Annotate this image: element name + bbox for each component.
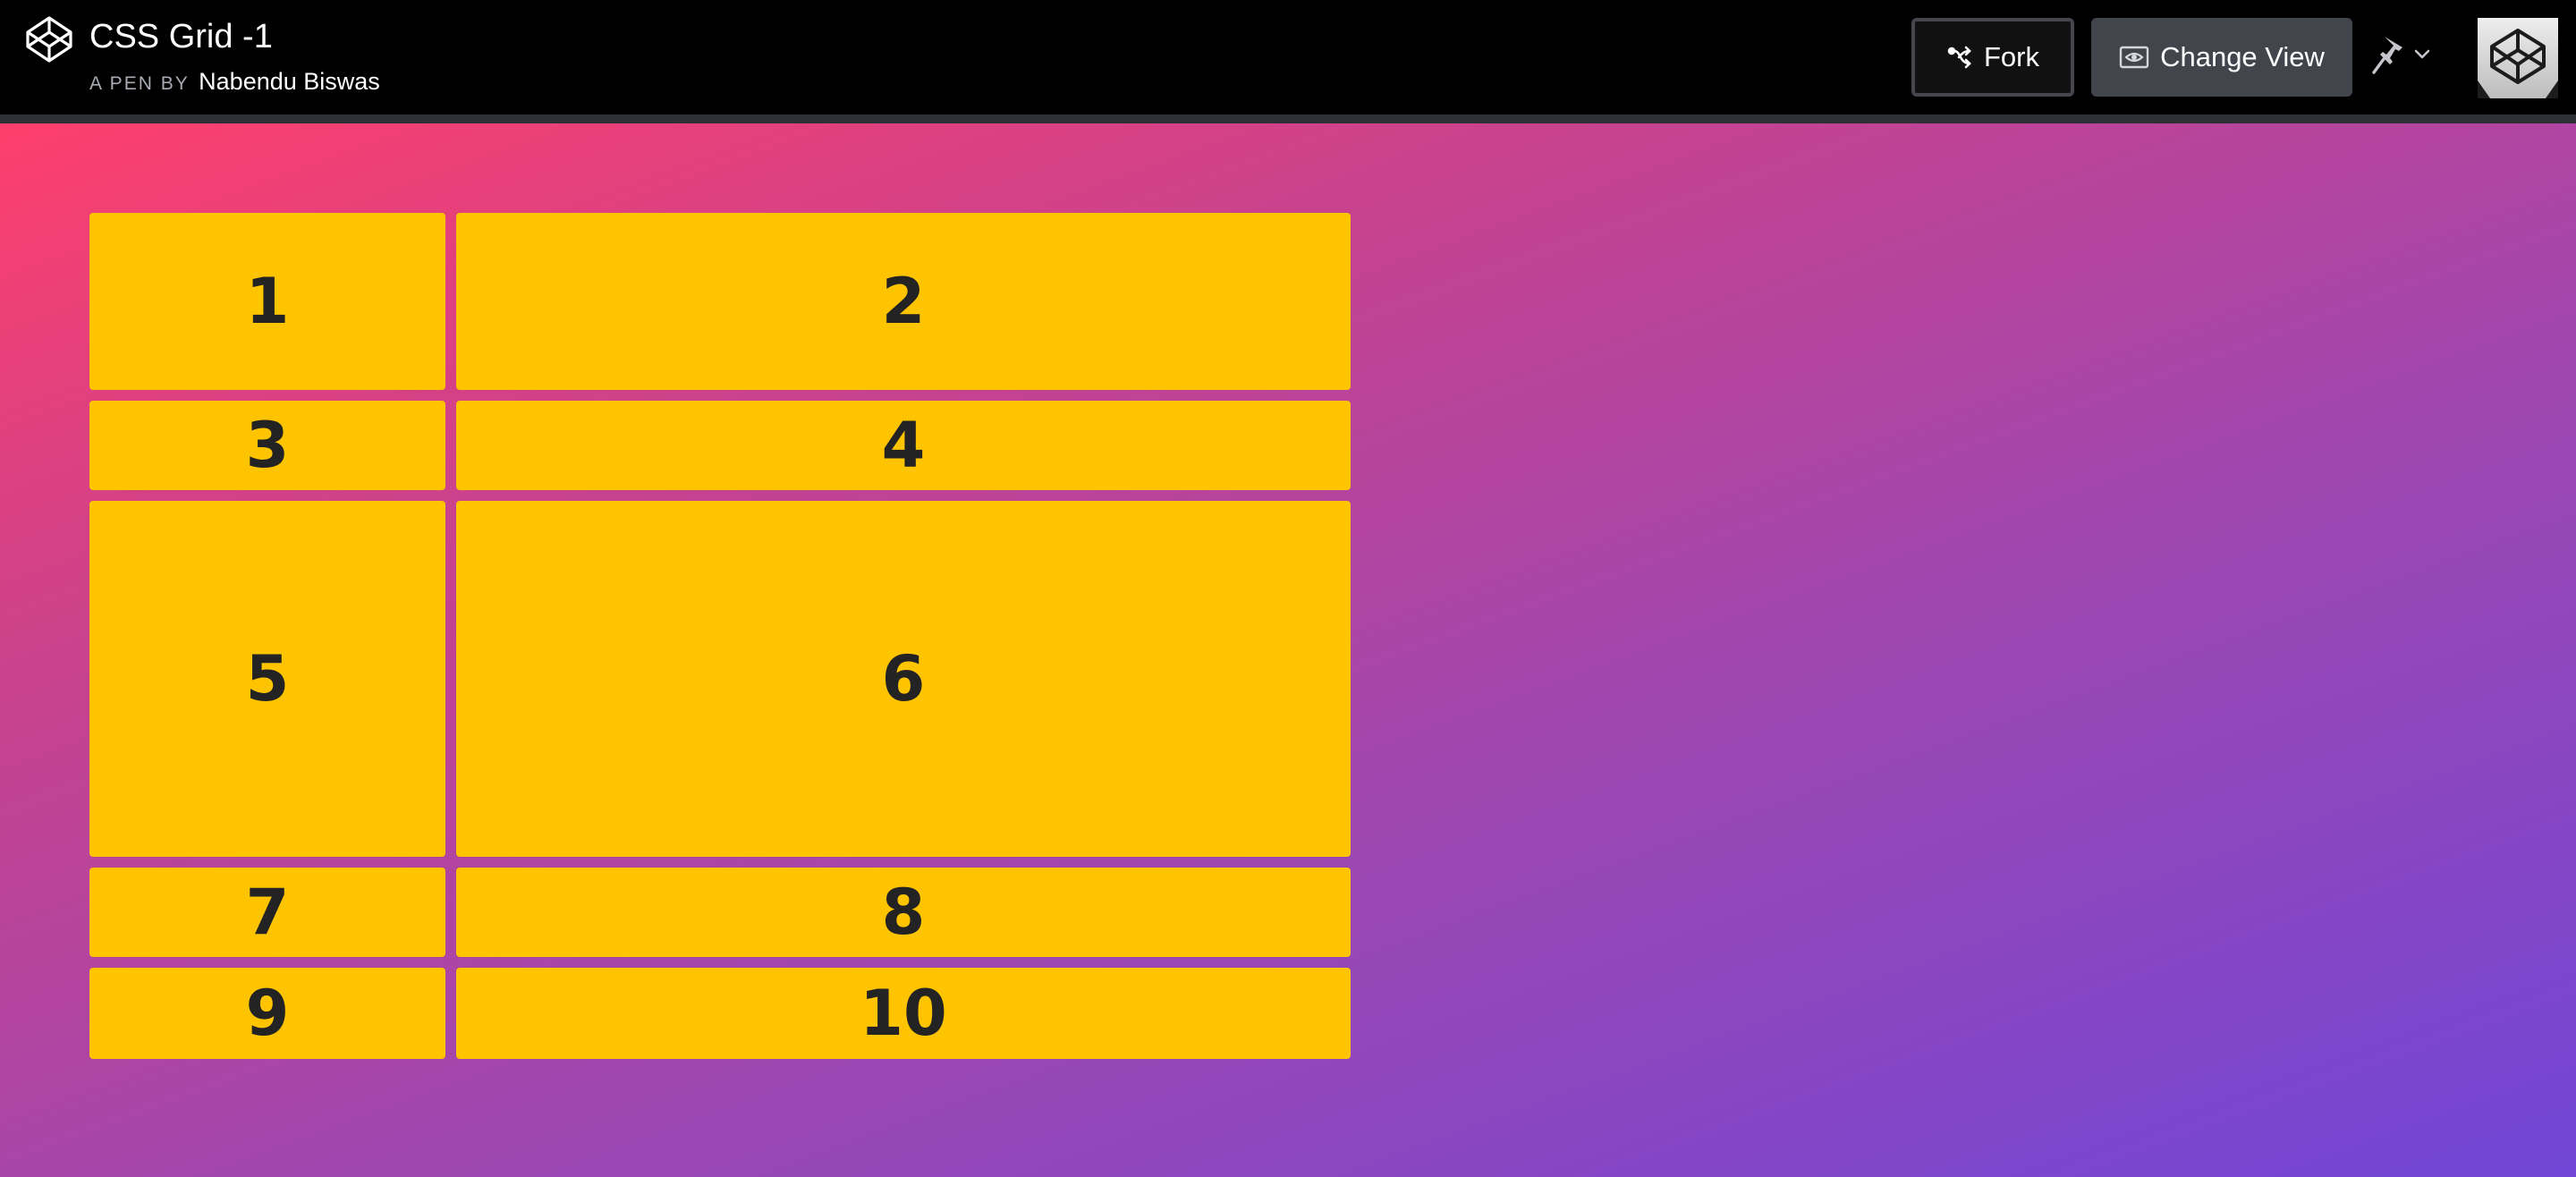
user-avatar[interactable] — [2478, 18, 2558, 98]
pen-byline: A PEN BY Nabendu Biswas — [89, 68, 380, 99]
header-divider — [0, 114, 2576, 123]
fork-button[interactable]: Fork — [1911, 18, 2074, 97]
change-view-button[interactable]: Change View — [2091, 18, 2352, 97]
grid-item-3: 3 — [89, 401, 445, 490]
grid-item-8: 8 — [456, 868, 1351, 957]
pin-icon — [2372, 35, 2408, 79]
grid-item-7: 7 — [89, 868, 445, 957]
grid-item-1: 1 — [89, 213, 445, 390]
pen-header: CSS Grid -1 A PEN BY Nabendu Biswas Fork — [0, 0, 2576, 114]
grid-item-6: 6 — [456, 501, 1351, 857]
grid-item-4: 4 — [456, 401, 1351, 490]
eye-icon — [2119, 44, 2149, 71]
grid-item-9: 9 — [89, 968, 445, 1059]
fork-label: Fork — [1984, 41, 2039, 72]
change-view-label: Change View — [2160, 41, 2325, 72]
chevron-down-icon — [2413, 48, 2431, 65]
codepen-logo-icon[interactable] — [25, 15, 73, 64]
grid-container: 1 2 3 4 5 6 7 8 9 10 — [89, 213, 1351, 1059]
grid-item-5: 5 — [89, 501, 445, 857]
author-link[interactable]: Nabendu Biswas — [199, 68, 380, 95]
pin-menu[interactable] — [2372, 34, 2445, 79]
pen-title: CSS Grid -1 — [89, 18, 273, 55]
grid-item-10: 10 — [456, 968, 1351, 1059]
grid-item-2: 2 — [456, 213, 1351, 390]
result-preview: 1 2 3 4 5 6 7 8 9 10 — [0, 123, 2576, 1177]
byline-prefix: A PEN BY — [89, 73, 190, 94]
fork-icon — [1946, 44, 1973, 71]
